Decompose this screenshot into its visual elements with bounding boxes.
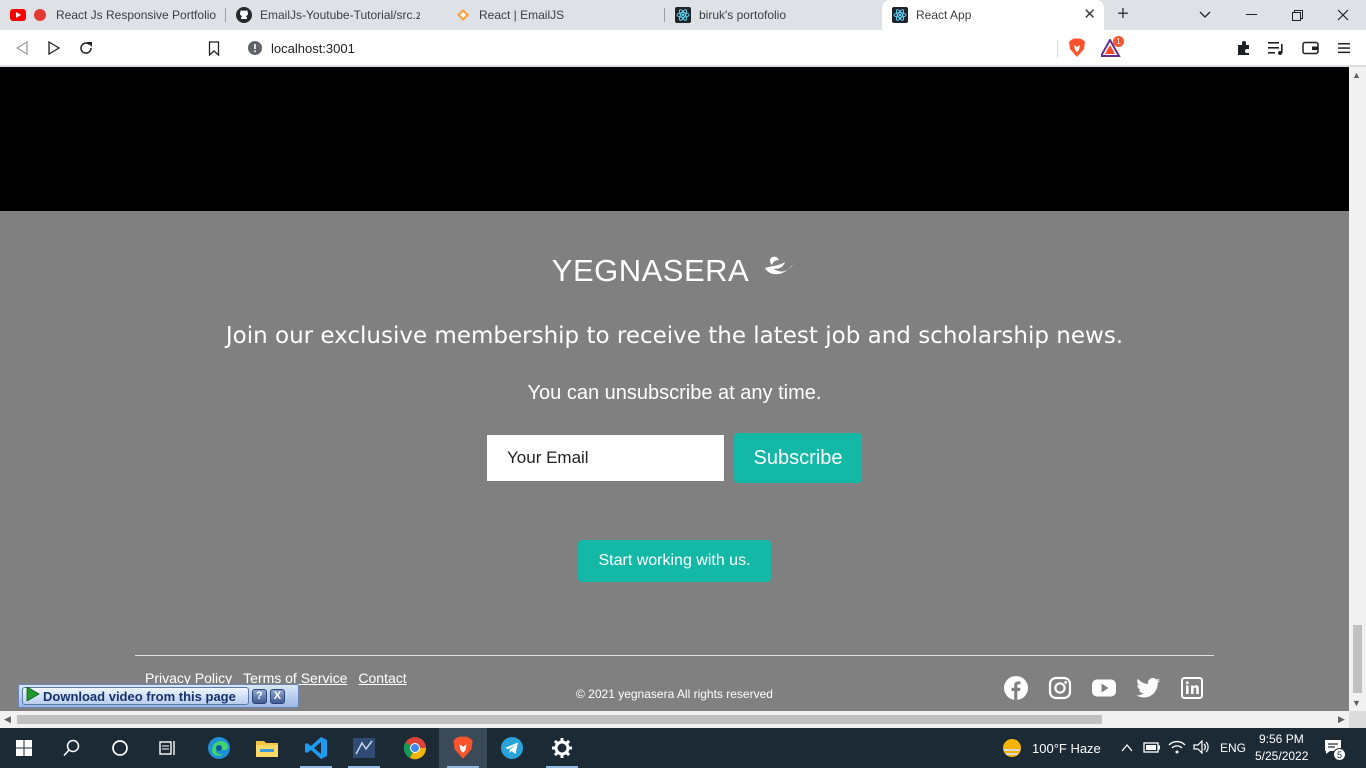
weather-text[interactable]: 100°F Haze: [1032, 741, 1101, 756]
logo-text: YEGNASERA: [551, 253, 750, 288]
close-tab-icon[interactable]: ✕: [1083, 7, 1096, 22]
react-icon: [675, 7, 691, 23]
browser-toolbar: localhost:3001 1: [0, 30, 1366, 66]
file-explorer-icon[interactable]: [243, 728, 291, 768]
scroll-left-icon[interactable]: ◀: [4, 714, 11, 725]
windows-start-icon[interactable]: [0, 728, 48, 768]
search-icon[interactable]: [48, 728, 96, 768]
sql-server-icon[interactable]: [340, 728, 388, 768]
footer-divider: [135, 655, 1214, 656]
emailjs-icon: [455, 7, 471, 23]
minimize-icon[interactable]: [1228, 0, 1274, 30]
tab-react-emailjs[interactable]: React | EmailJS: [445, 0, 663, 30]
scroll-up-icon[interactable]: ▲: [1352, 70, 1361, 80]
bookmark-icon[interactable]: [204, 38, 224, 58]
tab-strip: React Js Responsive Portfolio w EmailJs-…: [0, 0, 1366, 30]
forward-icon[interactable]: [44, 38, 64, 58]
edge-icon[interactable]: [195, 728, 243, 768]
tab-title: React | EmailJS: [479, 8, 565, 22]
extensions-icon[interactable]: [1234, 38, 1254, 58]
windows-taskbar: 100°F Haze ENG 9:56 PM 5/25/2022 5: [0, 728, 1366, 768]
vertical-scroll-thumb[interactable]: [1353, 625, 1362, 693]
newsletter-headline: Join our exclusive membership to receive…: [225, 323, 1124, 349]
react-icon: [892, 7, 908, 23]
twitter-icon[interactable]: [1136, 676, 1160, 700]
weather-haze-icon[interactable]: [1001, 737, 1023, 764]
download-video-label: Download video from this page: [43, 688, 236, 704]
scroll-right-icon[interactable]: ▶: [1338, 714, 1345, 725]
facebook-icon[interactable]: [1004, 676, 1028, 700]
menu-icon[interactable]: [1334, 38, 1354, 58]
play-icon: [26, 685, 40, 706]
youtube-icon[interactable]: [1092, 676, 1116, 700]
social-links: [1004, 676, 1204, 700]
show-hidden-icons-icon[interactable]: [1121, 740, 1133, 758]
wallet-icon[interactable]: [1300, 38, 1320, 58]
scroll-down-icon[interactable]: ▼: [1352, 698, 1361, 708]
unsubscribe-note: You can unsubscribe at any time.: [527, 382, 822, 404]
tab-title: React Js Responsive Portfolio w: [56, 8, 216, 22]
linkedin-icon[interactable]: [1180, 676, 1204, 700]
download-video-button[interactable]: Download video from this page: [22, 685, 249, 706]
brave-rewards-icon[interactable]: 1: [1101, 36, 1124, 58]
tab-search-icon[interactable]: [1182, 0, 1228, 30]
logo-mark-icon: [763, 252, 797, 290]
brave-shields-icon[interactable]: [1067, 38, 1087, 58]
task-view-icon[interactable]: [144, 728, 192, 768]
address-bar[interactable]: localhost:3001: [236, 35, 1129, 61]
brave-taskbar-icon[interactable]: [439, 728, 487, 768]
restore-icon[interactable]: [1274, 0, 1320, 30]
new-tab-icon[interactable]: +: [1113, 4, 1133, 24]
horizontal-scrollbar[interactable]: ◀ ▶: [0, 711, 1349, 728]
volume-icon[interactable]: [1193, 739, 1211, 759]
tab-github-emailjs[interactable]: EmailJs-Youtube-Tutorial/src.zip at: [226, 0, 444, 30]
tab-title: biruk's portofolio: [699, 8, 786, 22]
site-logo[interactable]: YEGNASERA: [0, 252, 1349, 290]
vertical-scrollbar[interactable]: ▲ ▼: [1349, 67, 1366, 711]
instagram-icon[interactable]: [1048, 676, 1072, 700]
recording-dot-icon: [32, 7, 48, 23]
subscribe-button[interactable]: Subscribe: [734, 433, 862, 483]
playlist-icon[interactable]: [1266, 38, 1286, 58]
hero-section: [0, 67, 1349, 211]
page-viewport: YEGNASERA Join our exclusive membership …: [0, 67, 1349, 711]
download-help-button[interactable]: ?: [251, 688, 267, 704]
vscode-icon[interactable]: [292, 728, 340, 768]
telegram-icon[interactable]: [488, 728, 536, 768]
clock-date[interactable]: 5/25/2022: [1255, 749, 1308, 763]
rewards-badge: 1: [1113, 36, 1124, 47]
language-indicator[interactable]: ENG: [1220, 741, 1246, 755]
tab-title: React App: [916, 8, 972, 22]
email-input[interactable]: [487, 435, 724, 481]
battery-icon[interactable]: [1143, 740, 1161, 759]
download-close-button[interactable]: X: [269, 688, 285, 704]
back-icon[interactable]: [12, 38, 32, 58]
youtube-icon: [10, 7, 26, 23]
contact-link[interactable]: Contact: [358, 670, 406, 686]
close-window-icon[interactable]: [1320, 0, 1366, 30]
tab-title: EmailJs-Youtube-Tutorial/src.zip at: [260, 8, 420, 22]
notifications-count-badge: 5: [1333, 748, 1346, 761]
info-icon[interactable]: [247, 40, 263, 61]
clock-time[interactable]: 9:56 PM: [1259, 732, 1304, 746]
download-video-bar: Download video from this page ? X: [18, 684, 299, 708]
settings-gear-icon[interactable]: [538, 728, 586, 768]
start-working-button[interactable]: Start working with us.: [578, 540, 771, 582]
reload-icon[interactable]: [76, 38, 96, 58]
tab-biruk-portfolio[interactable]: biruk's portofolio: [665, 0, 881, 30]
tab-react-app[interactable]: React App ✕: [882, 0, 1104, 30]
wifi-icon[interactable]: [1168, 740, 1186, 759]
tab-react-portfolio[interactable]: React Js Responsive Portfolio w: [0, 0, 225, 30]
cortana-icon[interactable]: [96, 728, 144, 768]
url-text: localhost:3001: [271, 40, 355, 56]
copyright-text: © 2021 yegnasera All rights reserved: [576, 687, 773, 701]
github-icon: [236, 7, 252, 23]
chrome-icon[interactable]: [391, 728, 439, 768]
horizontal-scroll-thumb[interactable]: [17, 715, 1102, 724]
